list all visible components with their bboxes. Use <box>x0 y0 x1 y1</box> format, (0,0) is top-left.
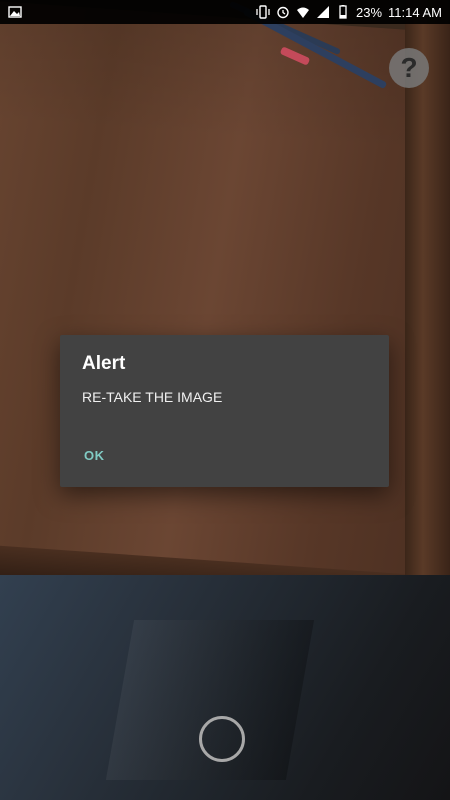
vibrate-icon <box>256 5 270 19</box>
ok-button[interactable]: OK <box>76 444 113 467</box>
dialog-title: Alert <box>82 353 126 374</box>
wifi-icon <box>297 7 309 18</box>
help-icon: ? <box>400 52 418 83</box>
battery-icon <box>339 5 347 19</box>
help-button[interactable]: ? <box>389 48 429 88</box>
desk-surface <box>0 0 435 642</box>
signal-icon <box>317 6 329 18</box>
desk-side-panel <box>405 0 450 610</box>
status-bar: 23% 11:14 AM <box>0 0 450 24</box>
shutter-button[interactable] <box>199 716 245 762</box>
alarm-icon <box>277 6 289 19</box>
battery-percent: 23% <box>356 4 383 20</box>
alert-dialog: Alert RE-TAKE THE IMAGE OK <box>60 335 389 487</box>
dialog-message: RE-TAKE THE IMAGE <box>82 389 223 405</box>
clock: 11:14 AM <box>388 4 442 20</box>
image-icon <box>8 6 22 18</box>
